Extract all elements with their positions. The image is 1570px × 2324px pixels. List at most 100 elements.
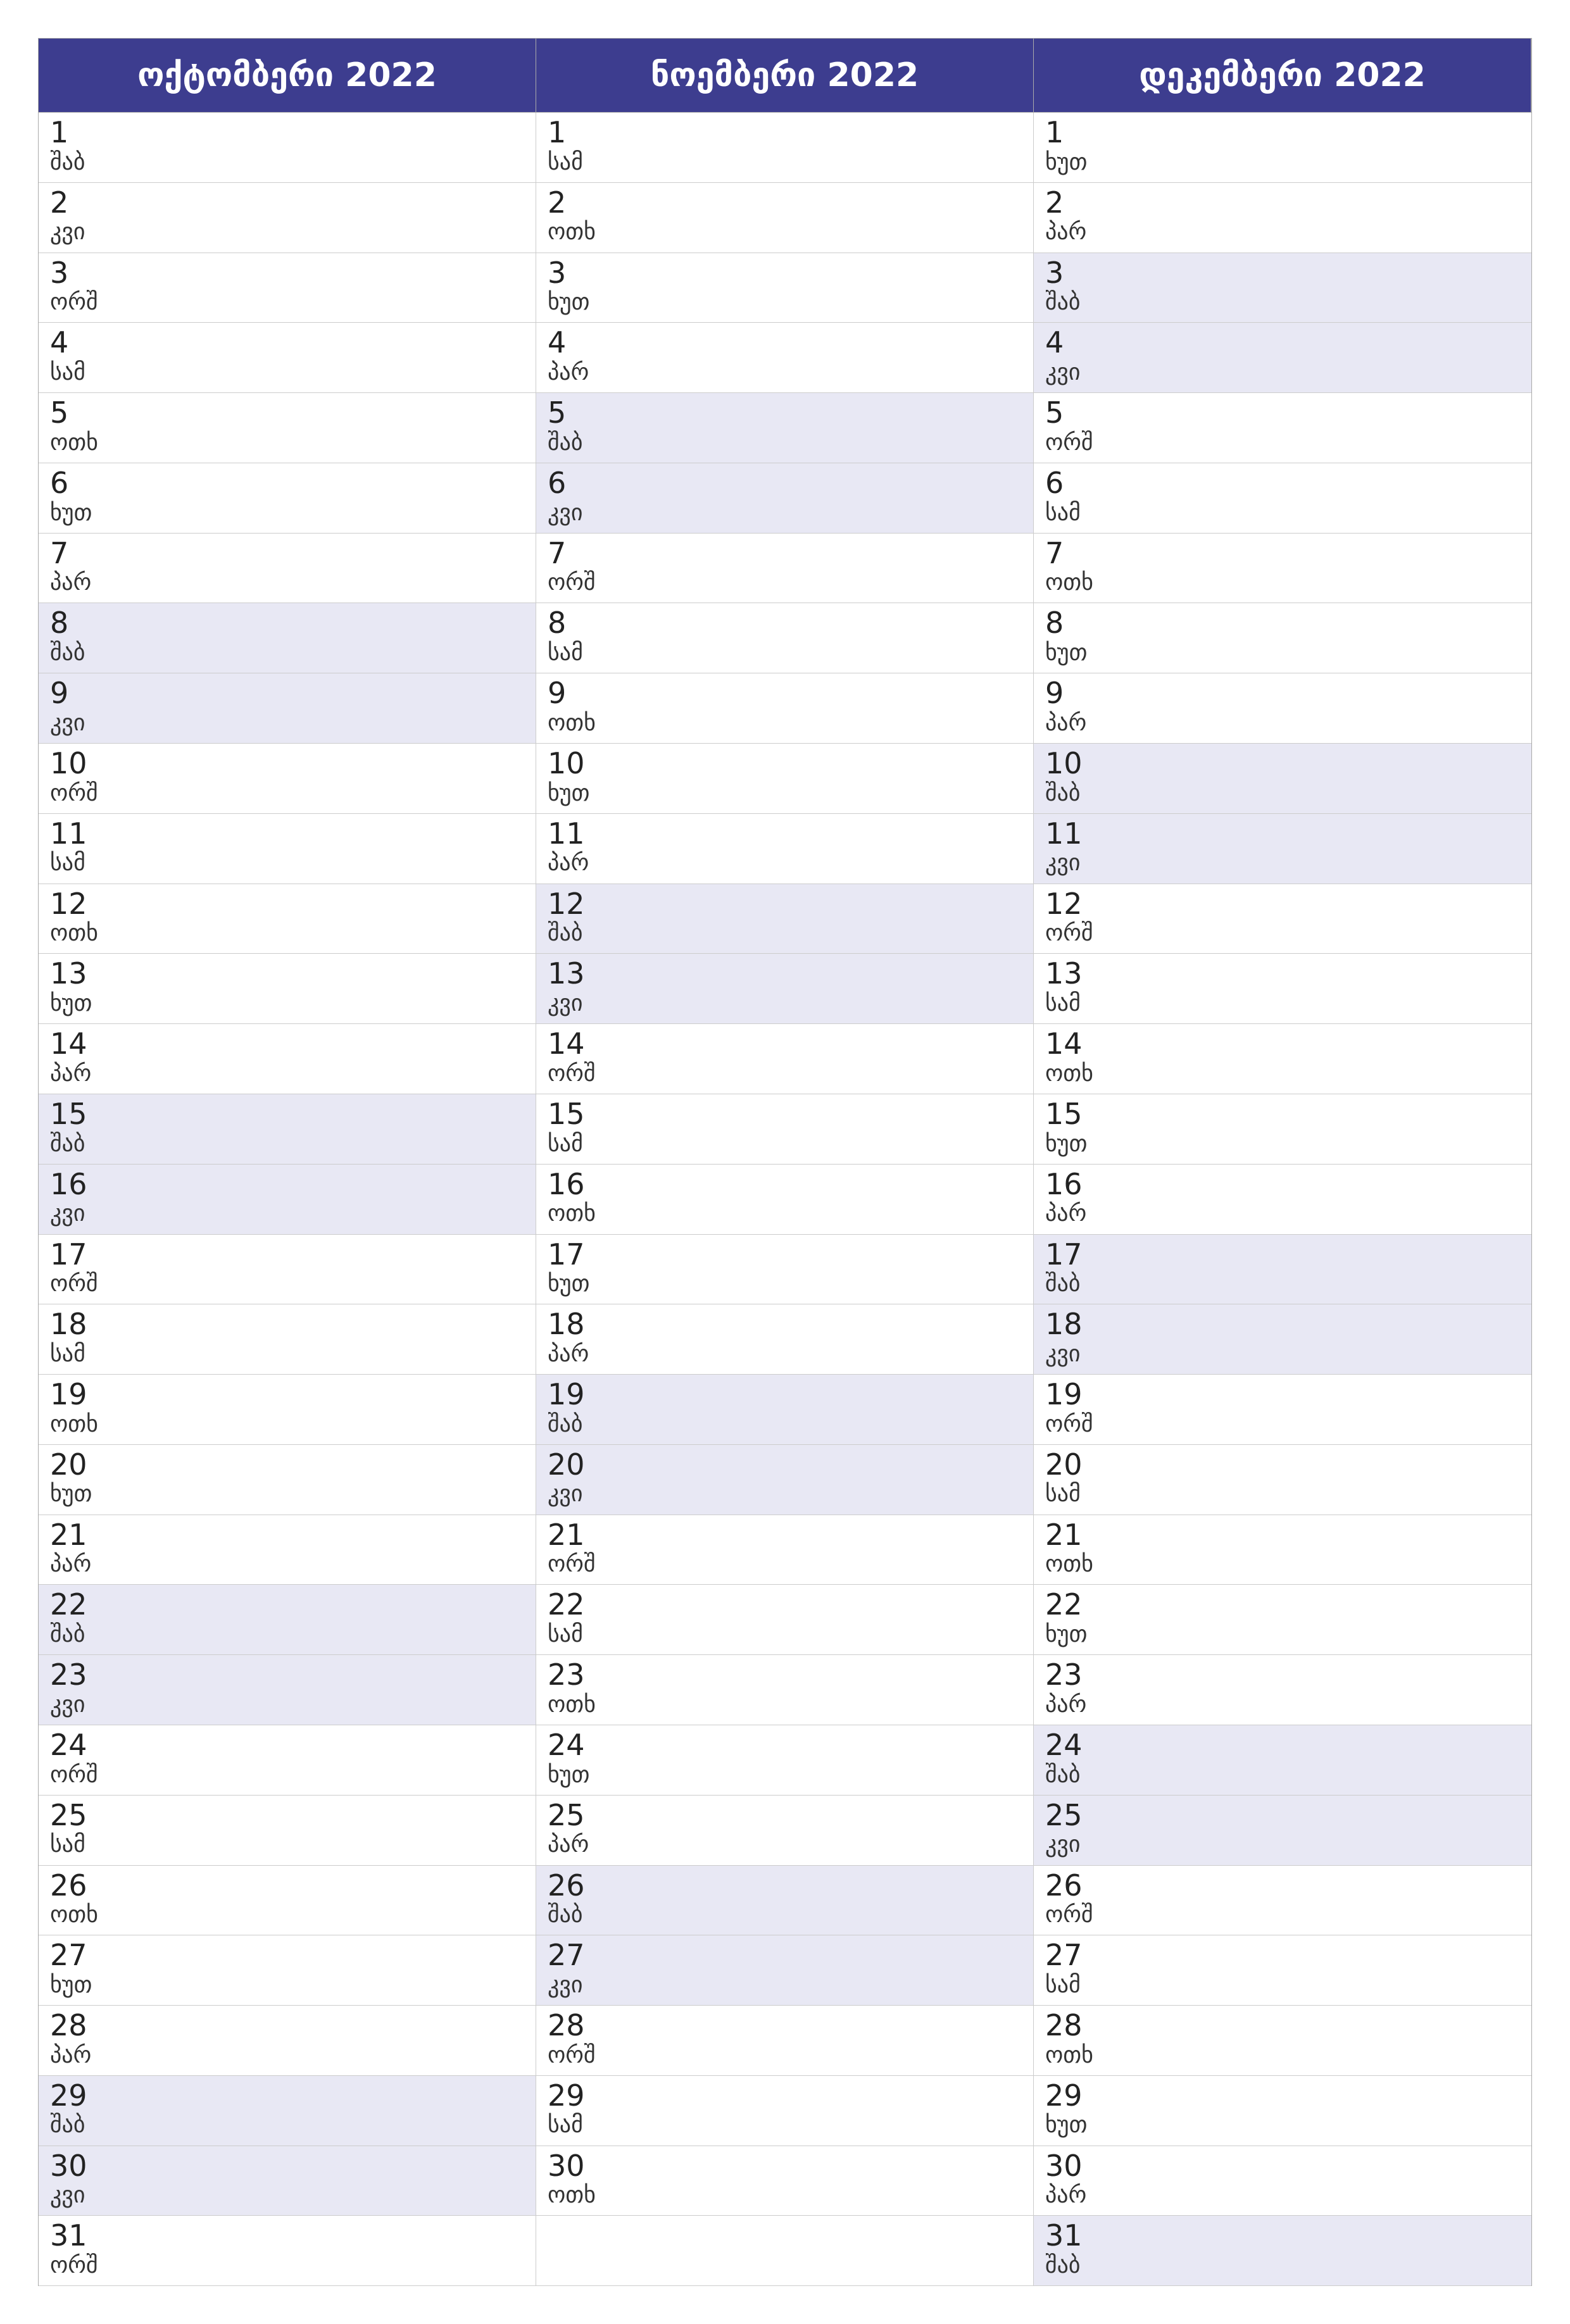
day-name: ოთხ: [1045, 569, 1520, 596]
month-header-1: ნოემბერი 2022: [536, 39, 1034, 113]
day-name: პარ: [1045, 2182, 1520, 2209]
day-number: 7: [548, 537, 1022, 570]
day-cell: 8შაბ: [39, 603, 536, 673]
day-number: 26: [548, 1870, 1022, 1902]
day-name: სამ: [548, 2111, 1022, 2139]
day-cell: 15ხუთ: [1034, 1094, 1531, 1165]
day-number: 20: [50, 1449, 524, 1481]
day-cell: 17ხუთ: [536, 1235, 1034, 1305]
day-cell: 8სამ: [536, 603, 1034, 673]
day-name: ორშ: [1045, 920, 1520, 947]
day-number: 24: [50, 1729, 524, 1761]
day-name: კვი: [50, 218, 524, 246]
day-name: ორშ: [50, 2252, 524, 2279]
day-cell: 27კვი: [536, 1935, 1034, 2006]
day-name: ორშ: [50, 289, 524, 316]
day-number: 1: [1045, 116, 1520, 149]
day-cell: 14ორშ: [536, 1024, 1034, 1094]
day-cell: 20ხუთ: [39, 1445, 536, 1515]
day-name: ხუთ: [50, 499, 524, 527]
day-cell: 30ოთხ: [536, 2146, 1034, 2216]
day-cell: 21ოთხ: [1034, 1515, 1531, 1585]
day-number: 25: [50, 1799, 524, 1832]
day-name: ორშ: [548, 569, 1022, 596]
day-cell: 1შაბ: [39, 113, 536, 183]
day-name: ხუთ: [50, 1971, 524, 1999]
day-cell: 9ოთხ: [536, 673, 1034, 744]
day-name: კვი: [50, 709, 524, 737]
day-number: 15: [1045, 1098, 1520, 1130]
day-number: 21: [50, 1519, 524, 1551]
day-cell: 26ოთხ: [39, 1866, 536, 1936]
day-number: 29: [1045, 2080, 1520, 2112]
day-cell: 6სამ: [1034, 463, 1531, 534]
day-name: პარ: [1045, 709, 1520, 737]
day-name: სამ: [1045, 1971, 1520, 1999]
day-cell: 29ხუთ: [1034, 2076, 1531, 2146]
day-number: 7: [1045, 537, 1520, 570]
day-cell: 12ორშ: [1034, 884, 1531, 954]
day-number: 31: [50, 2220, 524, 2252]
day-name: შაბ: [50, 149, 524, 176]
day-name: კვი: [1045, 1831, 1520, 1858]
day-name: ოთხ: [50, 429, 524, 456]
day-name: პარ: [50, 1551, 524, 1578]
day-cell: 4პარ: [536, 323, 1034, 393]
day-cell: 25კვი: [1034, 1796, 1531, 1866]
day-cell: 19ორშ: [1034, 1375, 1531, 1445]
day-number: 18: [1045, 1308, 1520, 1340]
day-name: ხუთ: [1045, 639, 1520, 666]
day-cell: 30კვი: [39, 2146, 536, 2216]
day-number: 6: [50, 467, 524, 499]
day-name: კვი: [548, 1971, 1022, 1999]
day-cell: 3ორშ: [39, 253, 536, 323]
day-name: შაბ: [50, 1130, 524, 1158]
day-number: 9: [1045, 677, 1520, 709]
day-number: 30: [50, 2150, 524, 2182]
day-name: სამ: [1045, 499, 1520, 527]
day-name: ოთხ: [50, 1411, 524, 1438]
day-name: შაბ: [548, 1411, 1022, 1438]
day-number: 28: [50, 2009, 524, 2042]
day-number: 10: [50, 747, 524, 780]
day-name: ორშ: [548, 1551, 1022, 1578]
day-name: ორშ: [1045, 1901, 1520, 1928]
day-name: ორშ: [1045, 429, 1520, 456]
day-number: 18: [548, 1308, 1022, 1340]
day-cell: 27ხუთ: [39, 1935, 536, 2006]
day-cell: 16ოთხ: [536, 1165, 1034, 1235]
day-name: ხუთ: [1045, 149, 1520, 176]
day-number: 1: [50, 116, 524, 149]
day-name: ოთხ: [548, 218, 1022, 246]
day-cell: 28ორშ: [536, 2006, 1034, 2076]
day-cell: 2ოთხ: [536, 183, 1034, 253]
day-number: 19: [548, 1378, 1022, 1411]
day-number: 21: [1045, 1519, 1520, 1551]
day-number: 14: [1045, 1028, 1520, 1060]
day-cell: 10შაბ: [1034, 744, 1531, 814]
day-name: სამ: [1045, 1480, 1520, 1508]
day-cell: 18კვი: [1034, 1304, 1531, 1375]
day-number: 24: [1045, 1729, 1520, 1761]
day-number: 16: [1045, 1168, 1520, 1201]
day-cell: 10ხუთ: [536, 744, 1034, 814]
calendar-grid: ოქტომბერი 2022ნოემბერი 2022დეკემბერი 202…: [38, 38, 1532, 2286]
day-number: 27: [50, 1939, 524, 1971]
day-cell: 5ორშ: [1034, 393, 1531, 463]
day-number: 1: [548, 116, 1022, 149]
day-number: 10: [1045, 747, 1520, 780]
day-cell: 20სამ: [1034, 1445, 1531, 1515]
day-number: 11: [1045, 818, 1520, 850]
day-name: შაბ: [548, 920, 1022, 947]
day-number: 4: [50, 327, 524, 359]
day-name: სამ: [50, 849, 524, 877]
day-cell: 13კვი: [536, 954, 1034, 1024]
day-number: 2: [50, 187, 524, 219]
day-cell: 10ორშ: [39, 744, 536, 814]
month-header-2: დეკემბერი 2022: [1034, 39, 1531, 113]
day-cell: 7ორშ: [536, 534, 1034, 604]
day-number: 5: [548, 397, 1022, 429]
day-number: 27: [1045, 1939, 1520, 1971]
day-name: კვი: [50, 1691, 524, 1718]
day-cell: 25სამ: [39, 1796, 536, 1866]
